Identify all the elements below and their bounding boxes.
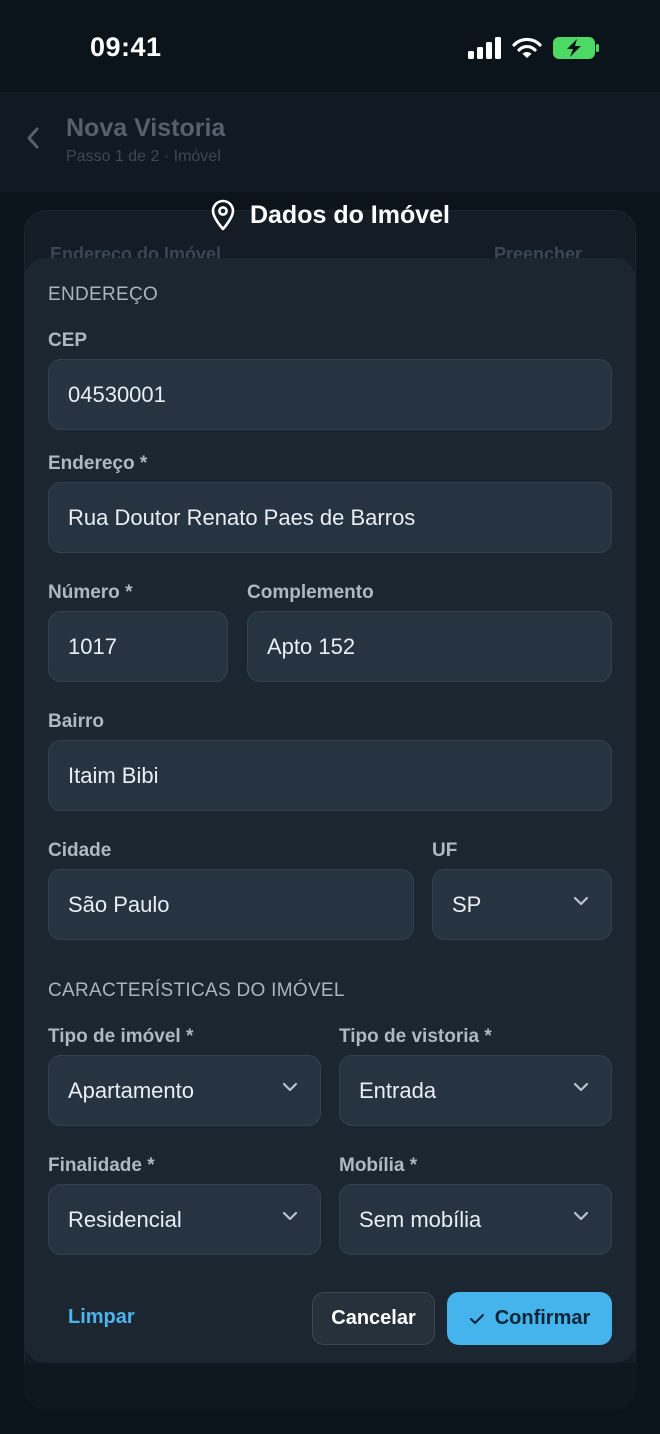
confirm-button[interactable]: Confirmar [447, 1292, 612, 1345]
mobilia-select[interactable]: Sem mobília [339, 1184, 612, 1255]
background-title: Nova Vistoria [66, 114, 226, 142]
status-bar: 09:41 [0, 0, 660, 92]
cellular-signal-icon [468, 37, 501, 59]
status-time: 09:41 [90, 32, 162, 62]
battery-charging-icon [553, 37, 599, 59]
finalidade-label: Finalidade * [48, 1155, 155, 1176]
wifi-icon [512, 37, 542, 58]
background-card-bottom [24, 1363, 636, 1410]
endereco-value: Rua Doutor Renato Paes de Barros [68, 504, 416, 530]
tipo-vistoria-select[interactable]: Entrada [339, 1055, 612, 1126]
bairro-value: Itaim Bibi [68, 762, 159, 788]
tipo-imovel-label: Tipo de imóvel * [48, 1026, 194, 1047]
uf-value: SP [452, 891, 482, 917]
section-title-features: CARACTERÍSTICAS DO IMÓVEL [48, 980, 345, 1001]
numero-label: Número * [48, 582, 133, 603]
modal-title: Dados do Imóvel [0, 199, 660, 231]
cancel-button[interactable]: Cancelar [312, 1292, 435, 1345]
tipo-imovel-value: Apartamento [68, 1077, 194, 1103]
numero-value: 1017 [68, 633, 117, 659]
endereco-input[interactable]: Rua Doutor Renato Paes de Barros [48, 482, 612, 553]
mobilia-value: Sem mobília [359, 1206, 482, 1232]
bairro-input[interactable]: Itaim Bibi [48, 740, 612, 811]
background-subtitle: Passo 1 de 2 · Imóvel [66, 148, 221, 165]
cidade-label: Cidade [48, 840, 112, 861]
finalidade-select[interactable]: Residencial [48, 1184, 321, 1255]
endereco-label: Endereço * [48, 453, 148, 474]
check-icon [469, 1313, 484, 1324]
back-chevron-icon [27, 127, 39, 149]
tipo-imovel-select[interactable]: Apartamento [48, 1055, 321, 1126]
cancel-button-label: Cancelar [331, 1307, 416, 1329]
background-header: Nova Vistoria Passo 1 de 2 · Imóvel [0, 92, 660, 192]
chevron-down-icon [282, 1211, 298, 1221]
modal-title-text: Dados do Imóvel [249, 200, 451, 229]
cidade-value: São Paulo [68, 891, 170, 917]
tipo-vistoria-value: Entrada [359, 1077, 437, 1103]
tipo-vistoria-label: Tipo de vistoria * [339, 1026, 492, 1047]
status-icons [468, 36, 600, 60]
section-title-address: ENDEREÇO [48, 284, 159, 305]
chevron-down-icon [573, 896, 589, 906]
complemento-label: Complemento [247, 582, 374, 603]
mobilia-label: Mobília * [339, 1155, 418, 1176]
clear-button[interactable]: Limpar [68, 1306, 135, 1329]
property-data-sheet: ENDEREÇO CEP 04530001 Endereço * Rua Dou… [24, 258, 636, 1363]
complemento-input[interactable]: Apto 152 [247, 611, 612, 682]
cep-label: CEP [48, 330, 88, 351]
finalidade-value: Residencial [68, 1206, 182, 1232]
chevron-down-icon [573, 1211, 589, 1221]
cep-input[interactable]: 04530001 [48, 359, 612, 430]
chevron-down-icon [573, 1082, 589, 1092]
complemento-value: Apto 152 [267, 633, 356, 659]
location-pin-icon [211, 199, 235, 231]
uf-select[interactable]: SP [432, 869, 612, 940]
chevron-down-icon [282, 1082, 298, 1092]
uf-label: UF [432, 840, 458, 861]
confirm-button-label: Confirmar [494, 1307, 591, 1329]
numero-input[interactable]: 1017 [48, 611, 228, 682]
bairro-label: Bairro [48, 711, 104, 732]
cidade-input[interactable]: São Paulo [48, 869, 414, 940]
cep-value: 04530001 [68, 381, 166, 407]
